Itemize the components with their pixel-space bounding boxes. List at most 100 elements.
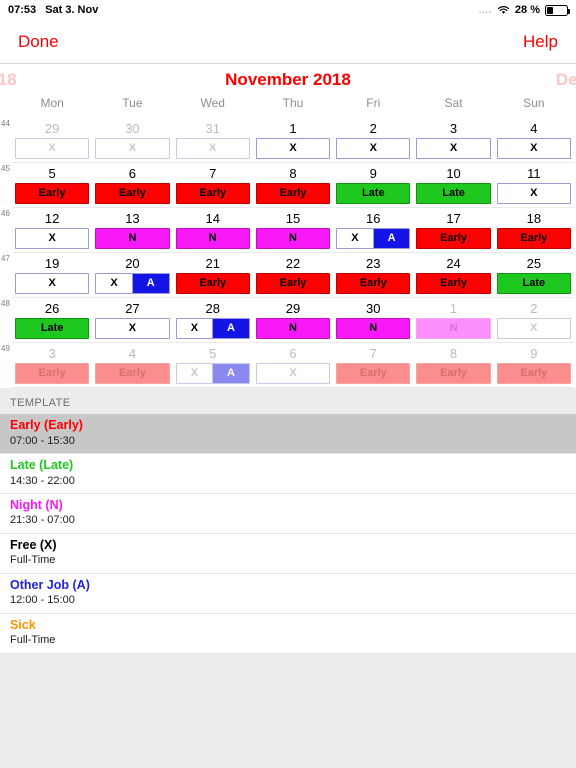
day-cell[interactable]: X: [253, 138, 333, 159]
day-cell[interactable]: N: [173, 228, 253, 249]
day-cell[interactable]: X: [413, 138, 493, 159]
day-number[interactable]: 9: [333, 163, 413, 183]
day-cell[interactable]: Late: [12, 318, 92, 339]
day-cell[interactable]: Early: [92, 183, 172, 204]
day-cell[interactable]: Late: [333, 183, 413, 204]
day-number[interactable]: 15: [253, 208, 333, 228]
day-cell[interactable]: X: [92, 318, 172, 339]
day-cell[interactable]: X: [12, 228, 92, 249]
day-number[interactable]: 23: [333, 253, 413, 273]
day-number[interactable]: 16: [333, 208, 413, 228]
day-number[interactable]: 1: [413, 298, 493, 318]
template-item[interactable]: Free (X) Full-Time: [0, 534, 576, 574]
shift-cell[interactable]: X: [496, 183, 571, 204]
day-cell[interactable]: X: [494, 183, 574, 204]
day-cell[interactable]: N: [413, 318, 493, 339]
day-cell[interactable]: Early: [12, 183, 92, 204]
day-cell[interactable]: X: [494, 138, 574, 159]
day-cell[interactable]: X: [333, 138, 413, 159]
day-number[interactable]: 2: [333, 118, 413, 138]
day-cell[interactable]: Early: [253, 273, 333, 294]
shift-cell[interactable]: XA: [95, 273, 170, 294]
day-cell[interactable]: X: [92, 138, 172, 159]
shift-cell[interactable]: Early: [496, 363, 571, 384]
day-number[interactable]: 8: [253, 163, 333, 183]
template-item[interactable]: Late (Late) 14:30 - 22:00: [0, 454, 576, 494]
day-cell[interactable]: Early: [413, 228, 493, 249]
day-cell[interactable]: X: [253, 363, 333, 384]
day-cell[interactable]: N: [253, 228, 333, 249]
day-number[interactable]: 30: [333, 298, 413, 318]
day-number[interactable]: 7: [173, 163, 253, 183]
day-cell[interactable]: XA: [173, 363, 253, 384]
template-item[interactable]: Early (Early) 07:00 - 15:30: [0, 414, 576, 454]
day-cell[interactable]: N: [92, 228, 172, 249]
shift-cell[interactable]: Early: [416, 273, 491, 294]
shift-cell[interactable]: Early: [496, 228, 571, 249]
day-number[interactable]: 28: [173, 298, 253, 318]
shift-cell[interactable]: Early: [15, 183, 90, 204]
shift-cell[interactable]: X: [496, 138, 571, 159]
day-cell[interactable]: Late: [413, 183, 493, 204]
day-cell[interactable]: XA: [333, 228, 413, 249]
day-number[interactable]: 4: [92, 343, 172, 363]
shift-cell[interactable]: Early: [255, 273, 331, 294]
shift-cell[interactable]: Early: [15, 363, 90, 384]
day-number[interactable]: 7: [333, 343, 413, 363]
shift-cell[interactable]: Early: [416, 228, 491, 249]
shift-cell[interactable]: XA: [336, 228, 411, 249]
day-cell[interactable]: XA: [173, 318, 253, 339]
day-cell[interactable]: X: [173, 138, 253, 159]
day-cell[interactable]: Early: [12, 363, 92, 384]
day-number[interactable]: 29: [12, 118, 92, 138]
day-number[interactable]: 31: [173, 118, 253, 138]
day-number[interactable]: 20: [92, 253, 172, 273]
shift-cell[interactable]: Early: [336, 363, 411, 384]
shift-cell[interactable]: Early: [175, 183, 250, 204]
shift-cell[interactable]: X: [15, 228, 90, 249]
day-number[interactable]: 13: [92, 208, 172, 228]
done-button[interactable]: Done: [18, 32, 59, 52]
shift-cell[interactable]: X: [416, 138, 491, 159]
day-cell[interactable]: X: [494, 318, 574, 339]
shift-cell[interactable]: X: [255, 138, 331, 159]
day-cell[interactable]: Early: [333, 363, 413, 384]
shift-cell[interactable]: X: [255, 363, 331, 384]
shift-cell[interactable]: X: [175, 138, 250, 159]
day-cell[interactable]: Early: [413, 273, 493, 294]
shift-cell[interactable]: Early: [95, 363, 170, 384]
day-number[interactable]: 11: [494, 163, 574, 183]
day-cell[interactable]: X: [12, 273, 92, 294]
shift-cell[interactable]: X: [15, 273, 90, 294]
next-month-label[interactable]: Decemb: [556, 70, 576, 90]
day-cell[interactable]: Early: [92, 363, 172, 384]
day-number[interactable]: 26: [12, 298, 92, 318]
day-cell[interactable]: X: [12, 138, 92, 159]
day-number[interactable]: 1: [253, 118, 333, 138]
shift-cell[interactable]: Early: [175, 273, 250, 294]
day-cell[interactable]: XA: [92, 273, 172, 294]
shift-cell[interactable]: N: [416, 318, 491, 339]
day-cell[interactable]: Early: [494, 363, 574, 384]
template-item[interactable]: Sick Full-Time: [0, 614, 576, 654]
day-number[interactable]: 24: [413, 253, 493, 273]
day-cell[interactable]: Late: [494, 273, 574, 294]
template-item[interactable]: Other Job (A) 12:00 - 15:00: [0, 574, 576, 614]
day-cell[interactable]: Early: [413, 363, 493, 384]
day-number[interactable]: 4: [494, 118, 574, 138]
day-cell[interactable]: N: [333, 318, 413, 339]
shift-cell[interactable]: N: [95, 228, 170, 249]
day-number[interactable]: 30: [92, 118, 172, 138]
shift-cell[interactable]: X: [95, 138, 170, 159]
shift-cell[interactable]: Late: [336, 183, 411, 204]
shift-cell[interactable]: X: [336, 138, 411, 159]
day-number[interactable]: 27: [92, 298, 172, 318]
day-number[interactable]: 22: [253, 253, 333, 273]
day-number[interactable]: 10: [413, 163, 493, 183]
shift-cell[interactable]: N: [175, 228, 250, 249]
day-cell[interactable]: Early: [253, 183, 333, 204]
day-number[interactable]: 19: [12, 253, 92, 273]
day-number[interactable]: 29: [253, 298, 333, 318]
shift-cell[interactable]: Early: [255, 183, 331, 204]
day-cell[interactable]: Early: [173, 273, 253, 294]
